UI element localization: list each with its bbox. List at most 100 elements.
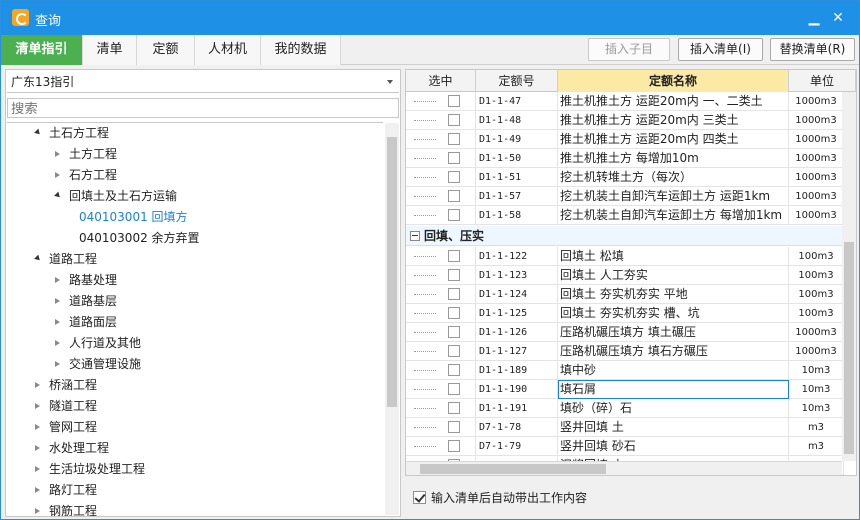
table-row[interactable]: D1-1-58 挖土机装土自卸汽车运卸土方 每增加1km 1000m3 [406,206,844,225]
header-unit[interactable]: 单位 [789,70,856,92]
tree-item[interactable]: 隧道工程 [7,396,383,417]
collapsed-arrow-icon[interactable] [55,277,60,283]
row-checkbox[interactable] [448,364,460,376]
collapsed-arrow-icon[interactable] [35,382,40,388]
close-button[interactable]: ✕ [827,7,849,29]
tree-item[interactable]: 道路基层 [7,291,383,312]
collapsed-arrow-icon[interactable] [55,340,60,346]
collapsed-arrow-icon[interactable] [35,466,40,472]
expanded-arrow-icon[interactable] [54,191,62,200]
search-input[interactable] [7,98,399,118]
tree-item[interactable]: 道路工程 [7,249,383,270]
table-row[interactable]: D1-1-190 填石屑 10m3 [406,380,844,399]
tree-item[interactable]: 040103002 余方弃置 [7,228,383,249]
table-row[interactable]: D1-1-123 回填土 人工夯实 100m3 [406,266,844,285]
table-row[interactable]: D1-1-124 回填土 夯实机夯实 平地 100m3 [406,285,844,304]
collapsed-arrow-icon[interactable] [55,361,60,367]
tree-item-label: 道路基层 [69,294,118,308]
row-checkbox[interactable] [448,383,460,395]
grid-hscrollbar[interactable] [406,461,842,475]
table-row[interactable]: D1-1-47 推土机推土方 运距20m内 一、二类土 1000m3 [406,92,844,111]
collapsed-arrow-icon[interactable] [55,151,60,157]
tree-item[interactable]: 人行道及其他 [7,333,383,354]
table-row[interactable]: D1-1-127 压路机碾压填方 填石方碾压 1000m3 [406,342,844,361]
tree-scrollbar[interactable] [385,123,399,515]
row-checkbox[interactable] [448,114,460,126]
collapsed-arrow-icon[interactable] [35,508,40,514]
collapsed-arrow-icon[interactable] [35,487,40,493]
table-row[interactable]: D1-1-125 回填土 夯实机夯实 槽、坑 100m3 [406,304,844,323]
expanded-arrow-icon[interactable] [34,128,42,137]
table-row[interactable]: D1-1-189 填中砂 10m3 [406,361,844,380]
row-checkbox[interactable] [448,269,460,281]
tree-item[interactable]: 生活垃圾处理工程 [7,459,383,480]
row-checkbox[interactable] [448,209,460,221]
row-checkbox[interactable] [448,250,460,262]
table-row[interactable]: D1-1-191 填砂（碎）石 10m3 [406,399,844,418]
auto-content-checkbox[interactable] [413,491,426,504]
tree-item[interactable]: 040103001 回填方 [7,207,383,228]
guide-select[interactable]: 广东13指引 [7,71,399,93]
row-checkbox[interactable] [448,288,460,300]
row-checkbox[interactable] [448,326,460,338]
tree-item[interactable]: 管网工程 [7,417,383,438]
minimize-button[interactable]: ▁ [803,7,825,29]
group-row[interactable]: 回填、压实 [406,226,844,246]
collapsed-arrow-icon[interactable] [35,424,40,430]
name-cell[interactable]: 填石屑 [558,380,789,399]
tree-item[interactable]: 石方工程 [7,165,383,186]
row-checkbox[interactable] [448,152,460,164]
table-row[interactable]: D1-1-48 推土机推土方 运距20m内 三类土 1000m3 [406,111,844,130]
collapsed-arrow-icon[interactable] [55,298,60,304]
tab-list[interactable]: 清单 [83,35,137,65]
tab-quota[interactable]: 定额 [137,35,195,65]
grid-scroll-thumb[interactable] [844,242,854,454]
tree-item[interactable]: 交通管理设施 [7,354,383,375]
tree-item[interactable]: 桥涵工程 [7,375,383,396]
row-checkbox[interactable] [448,345,460,357]
tree-item[interactable]: 土方工程 [7,144,383,165]
row-checkbox[interactable] [448,440,460,452]
collapsed-arrow-icon[interactable] [35,445,40,451]
tree-item[interactable]: 道路面层 [7,312,383,333]
row-checkbox[interactable] [448,190,460,202]
row-checkbox[interactable] [448,307,460,319]
row-checkbox[interactable] [448,402,460,414]
insert-child-button[interactable]: 插入子目 [588,38,670,61]
tree-item[interactable]: 土石方工程 [7,123,383,144]
tab-my-data[interactable]: 我的数据 [261,35,341,65]
table-row[interactable]: D1-1-122 回填土 松填 100m3 [406,247,844,266]
row-checkbox[interactable] [448,95,460,107]
header-code[interactable]: 定额号 [476,70,558,92]
row-checkbox[interactable] [448,133,460,145]
header-select[interactable]: 选中 [406,70,476,92]
row-checkbox[interactable] [448,421,460,433]
collapse-icon[interactable] [410,231,420,241]
table-row[interactable]: D1-1-51 挖土机转堆土方（每次） 1000m3 [406,168,844,187]
table-row[interactable]: D7-1-78 竖井回填 土 m3 [406,418,844,437]
table-row[interactable]: D1-1-50 推土机推土方 每增加10m 1000m3 [406,149,844,168]
tab-labor-material-machine[interactable]: 人材机 [195,35,261,65]
table-row[interactable]: D7-1-79 竖井回填 砂石 m3 [406,437,844,456]
collapsed-arrow-icon[interactable] [55,319,60,325]
tree-scroll-thumb[interactable] [387,137,397,407]
table-row[interactable]: D1-1-126 压路机碾压填方 填土碾压 1000m3 [406,323,844,342]
insert-list-button[interactable]: 插入清单(I) [678,38,763,61]
tree-item[interactable]: 路基处理 [7,270,383,291]
tree-item[interactable]: 路灯工程 [7,480,383,501]
name-cell: 填砂（碎）石 [558,399,789,418]
collapsed-arrow-icon[interactable] [55,172,60,178]
tree-item[interactable]: 钢筋工程 [7,501,383,516]
table-row[interactable]: D1-1-57 挖土机装土自卸汽车运卸土方 运距1km 1000m3 [406,187,844,206]
replace-list-button[interactable]: 替换清单(R) [770,38,855,61]
tab-list-guide[interactable]: 清单指引 [1,35,83,65]
tree-item[interactable]: 水处理工程 [7,438,383,459]
collapsed-arrow-icon[interactable] [35,403,40,409]
table-row[interactable]: D1-1-49 推土机推土方 运距20m内 四类土 1000m3 [406,130,844,149]
grid-scrollbar[interactable] [842,92,856,461]
grid-hscroll-thumb[interactable] [420,464,606,474]
tree-item[interactable]: 回填土及土石方运输 [7,186,383,207]
expanded-arrow-icon[interactable] [34,254,42,263]
row-checkbox[interactable] [448,171,460,183]
header-name[interactable]: 定额名称 [558,70,789,92]
